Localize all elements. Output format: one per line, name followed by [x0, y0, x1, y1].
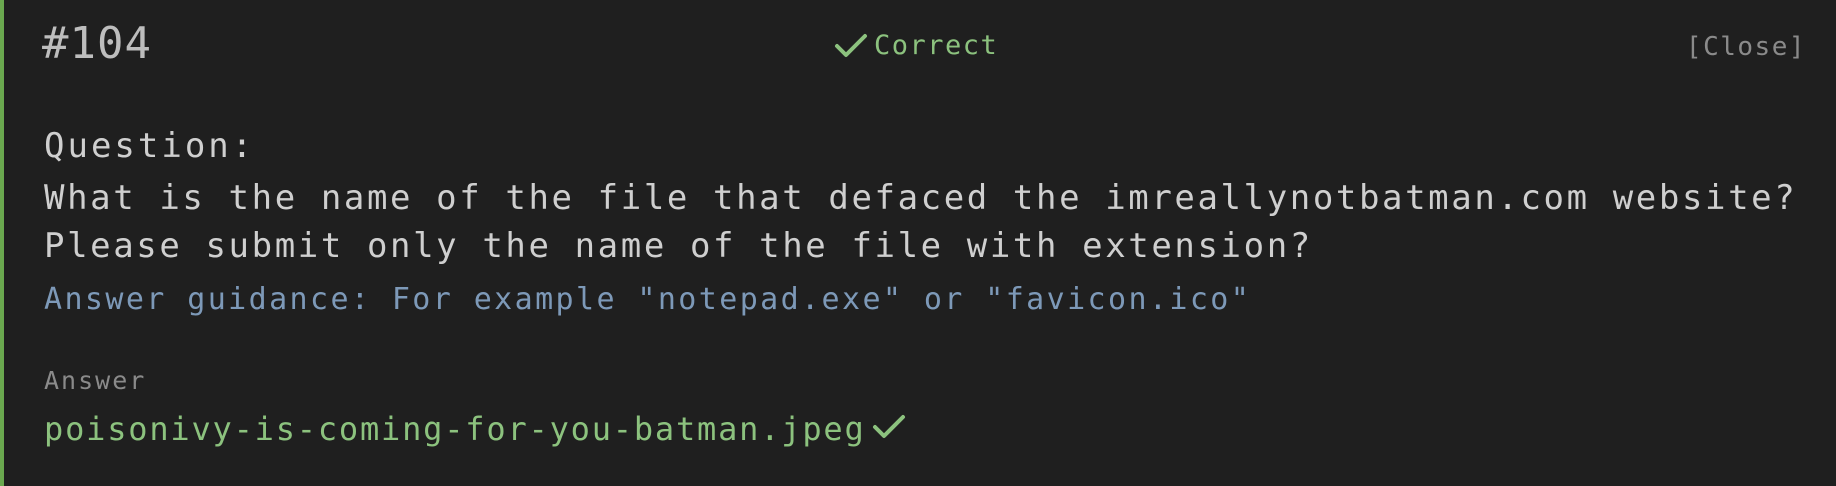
- question-text: What is the name of the file that deface…: [44, 178, 1798, 266]
- checkmark-icon: [834, 32, 868, 60]
- question-panel: #104 Correct [Close] Question: What is t…: [0, 0, 1836, 486]
- answer-value: poisonivy-is-coming-for-you-batman.jpeg: [44, 410, 866, 448]
- checkmark-icon: [872, 413, 906, 445]
- answer-label: Answer: [44, 366, 147, 395]
- status-label: Correct: [874, 30, 999, 61]
- status-indicator: Correct: [834, 30, 998, 61]
- close-button[interactable]: [Close]: [1686, 32, 1806, 62]
- question-label: Question:: [44, 126, 256, 166]
- answer-guidance: Answer guidance: For example "notepad.ex…: [44, 282, 1252, 317]
- answer-row: poisonivy-is-coming-for-you-batman.jpeg: [44, 410, 906, 448]
- question-number: #104: [42, 18, 152, 69]
